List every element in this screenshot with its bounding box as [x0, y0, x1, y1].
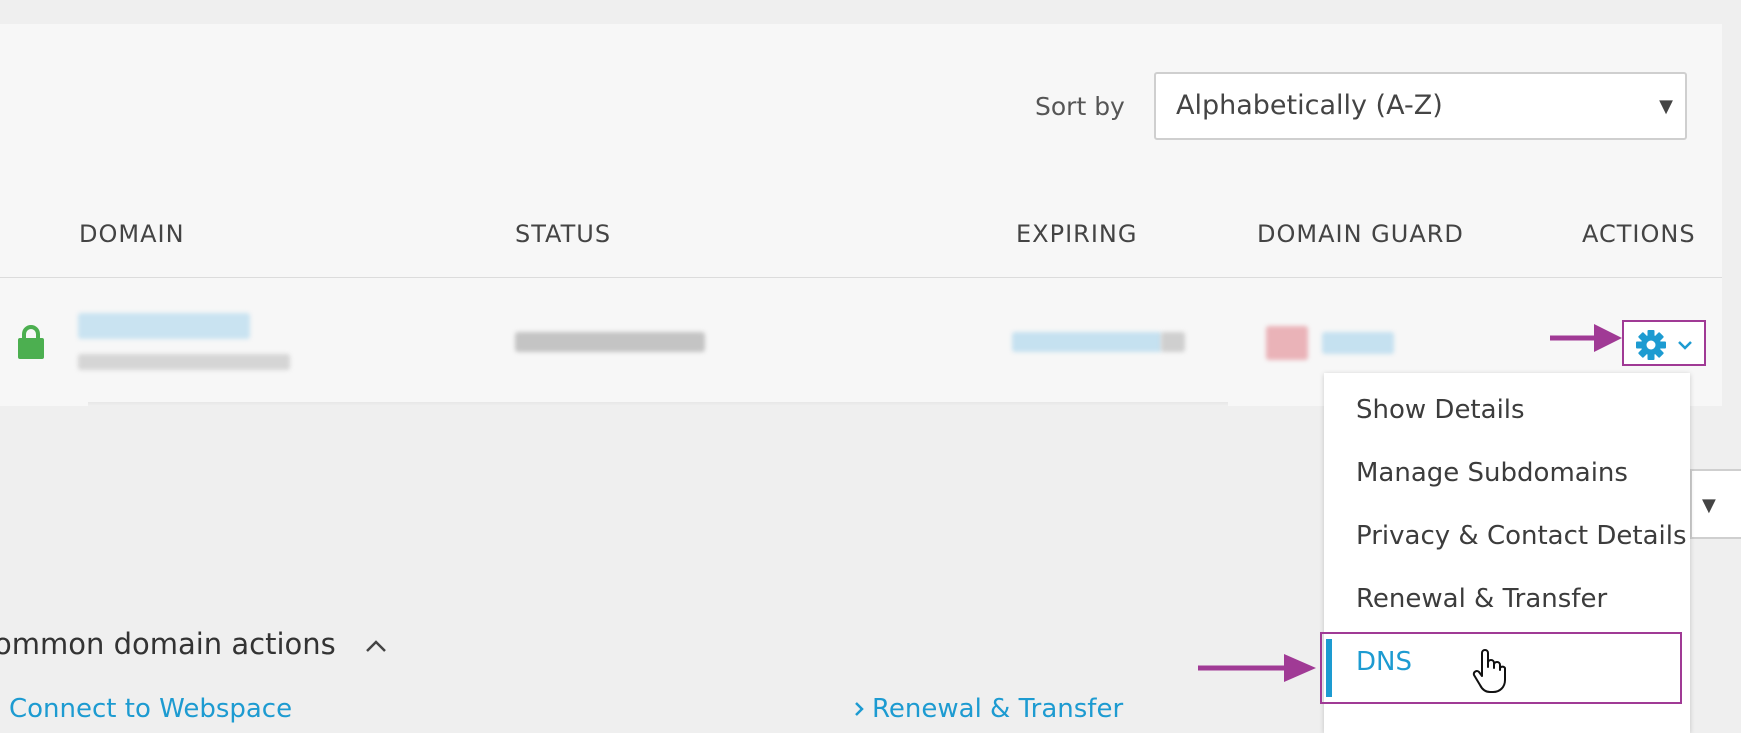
gear-icon — [1636, 330, 1666, 360]
common-actions-heading[interactable]: ommon domain actions — [0, 627, 387, 661]
chevron-up-icon[interactable] — [365, 639, 387, 653]
sort-label: Sort by — [1035, 92, 1125, 121]
chevron-right-icon — [855, 702, 864, 716]
sort-select-value: Alphabetically (A-Z) — [1176, 90, 1443, 121]
menu-item-show-details[interactable]: Show Details — [1356, 395, 1525, 425]
annotation-arrow-icon — [1198, 654, 1316, 682]
domain-name-redacted[interactable] — [78, 313, 250, 339]
sort-select[interactable]: Alphabetically (A-Z) ▼ — [1154, 72, 1687, 140]
expiring-date-redacted[interactable] — [1012, 332, 1162, 352]
column-header-actions: ACTIONS — [1582, 220, 1696, 248]
menu-item-privacy-contact[interactable]: Privacy & Contact Details — [1356, 521, 1687, 551]
annotation-arrow-icon — [1550, 324, 1622, 352]
caret-down-icon: ▼ — [1702, 495, 1716, 516]
link-connect-webspace-label: Connect to Webspace — [9, 694, 293, 724]
actions-gear-button[interactable] — [1622, 320, 1706, 366]
menu-item-renewal-transfer[interactable]: Renewal & Transfer — [1356, 584, 1607, 614]
menu-item-manage-subdomains[interactable]: Manage Subdomains — [1356, 458, 1628, 488]
domain-subtext-redacted — [78, 354, 290, 370]
info-icon[interactable] — [1161, 332, 1185, 352]
hand-pointer-icon — [1472, 649, 1506, 693]
domain-guard-status-redacted[interactable] — [1322, 332, 1394, 354]
row-separator — [88, 402, 1228, 406]
column-header-expiring[interactable]: EXPIRING — [1016, 220, 1137, 248]
chevron-down-icon — [1678, 341, 1692, 350]
link-connect-webspace[interactable]: Connect to Webspace — [9, 694, 292, 724]
column-header-status[interactable]: STATUS — [515, 220, 611, 248]
header-divider — [0, 277, 1722, 278]
lock-icon — [17, 324, 45, 364]
column-header-domain-guard[interactable]: DOMAIN GUARD — [1257, 220, 1464, 248]
shield-icon — [1266, 326, 1308, 360]
column-header-domain[interactable]: DOMAIN — [79, 220, 185, 248]
status-redacted — [515, 332, 705, 352]
common-actions-title: ommon domain actions — [0, 627, 336, 661]
link-renewal-transfer-label: Renewal & Transfer — [872, 694, 1124, 724]
caret-down-icon: ▼ — [1659, 96, 1673, 117]
per-page-select[interactable]: ▼ — [1690, 469, 1741, 539]
link-renewal-transfer[interactable]: Renewal & Transfer — [854, 694, 1123, 724]
